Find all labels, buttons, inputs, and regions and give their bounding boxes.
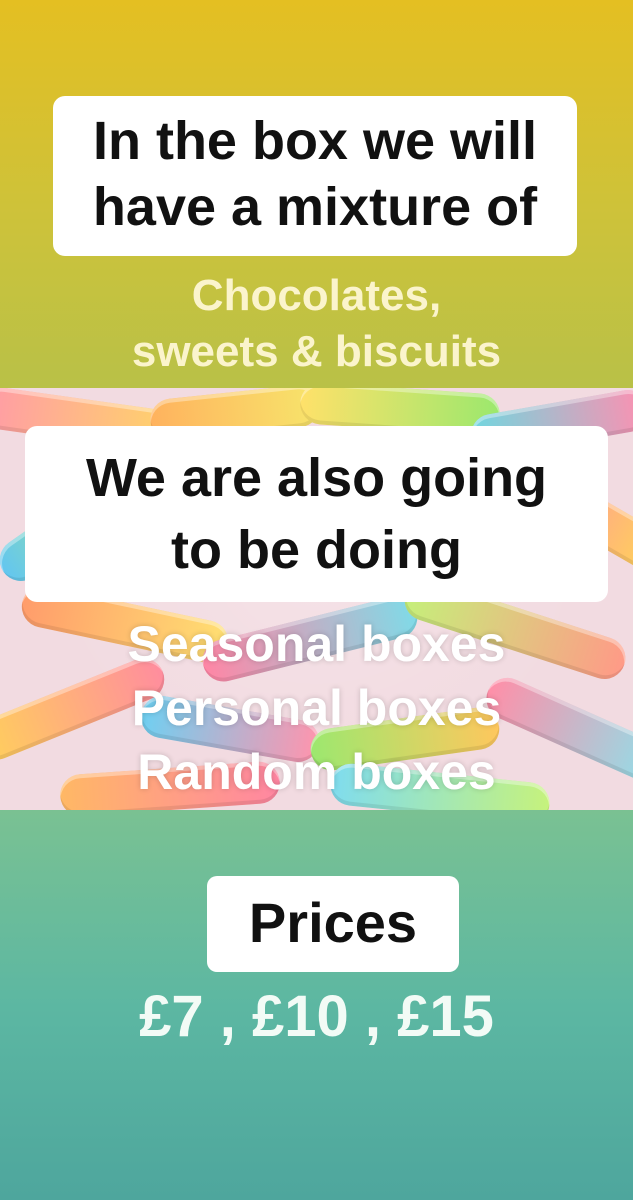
box-types-list: Seasonal boxes Personal boxes Random box… — [127, 616, 506, 800]
intro-heading: In the box we will have a mixture of — [53, 96, 577, 256]
prices-values: £7 , £10 , £15 — [139, 984, 494, 1049]
mixture-items-text: Chocolates, sweets & biscuits — [131, 271, 502, 376]
prices-heading: Prices — [207, 876, 459, 972]
also-doing-heading: We are also going to be doing — [25, 426, 608, 602]
story-canvas: In the box we will have a mixture of Cho… — [0, 0, 633, 1200]
